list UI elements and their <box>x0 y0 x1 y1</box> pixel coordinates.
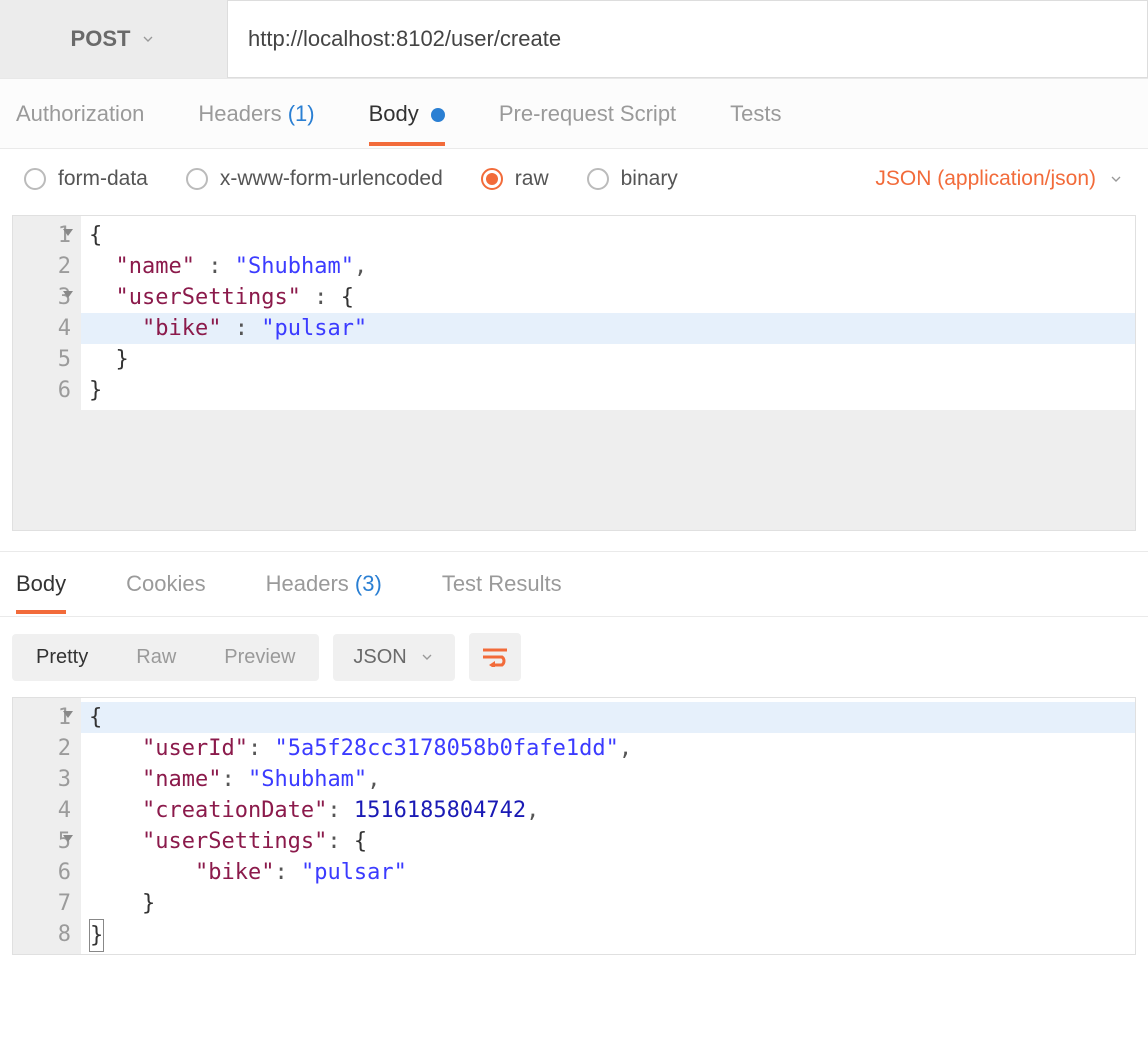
resp-tab-headers-count: (3) <box>355 571 382 596</box>
resp-tab-body[interactable]: Body <box>16 555 66 613</box>
radio-urlencoded[interactable]: x-www-form-urlencoded <box>186 167 443 191</box>
fold-icon[interactable] <box>63 835 73 842</box>
radio-icon <box>24 168 46 190</box>
content-type-label: JSON (application/json) <box>875 167 1096 191</box>
http-method-label: POST <box>71 26 131 52</box>
tab-authorization[interactable]: Authorization <box>16 83 144 145</box>
radio-label: binary <box>621 167 678 191</box>
radio-label: x-www-form-urlencoded <box>220 167 443 191</box>
radio-label: raw <box>515 167 549 191</box>
radio-icon <box>587 168 609 190</box>
view-preview[interactable]: Preview <box>200 634 319 681</box>
chevron-down-icon <box>140 31 156 47</box>
editor-code[interactable]: { "userId": "5a5f28cc3178058b0fafe1dd", … <box>81 698 1135 954</box>
wrap-lines-button[interactable] <box>469 633 521 681</box>
response-format-select[interactable]: JSON <box>333 634 454 681</box>
response-format-label: JSON <box>353 646 406 669</box>
editor-gutter: 1 2 3 4 5 6 7 8 <box>13 698 81 954</box>
response-body-editor[interactable]: 1 2 3 4 5 6 7 8 { "userId": "5a5f28cc317… <box>12 697 1136 955</box>
editor-code[interactable]: { "name" : "Shubham", "userSettings" : {… <box>81 216 1135 410</box>
tab-body-label: Body <box>369 101 419 126</box>
request-body-editor[interactable]: 1 2 3 4 5 6 { "name" : "Shubham", "userS… <box>12 215 1136 531</box>
view-raw[interactable]: Raw <box>112 634 200 681</box>
tab-tests[interactable]: Tests <box>730 83 781 145</box>
resp-tab-headers-label: Headers <box>266 571 349 596</box>
resp-tab-cookies[interactable]: Cookies <box>126 555 205 613</box>
tab-headers[interactable]: Headers (1) <box>198 83 314 145</box>
editor-empty-area[interactable] <box>13 410 1135 530</box>
resp-tab-headers[interactable]: Headers (3) <box>266 555 382 613</box>
chevron-down-icon <box>419 649 435 665</box>
radio-icon <box>481 168 503 190</box>
chevron-down-icon <box>1108 171 1124 187</box>
content-type-select[interactable]: JSON (application/json) <box>875 167 1124 191</box>
request-url-input[interactable] <box>228 0 1148 78</box>
wrap-icon <box>482 647 508 667</box>
editor-gutter: 1 2 3 4 5 6 <box>13 216 81 410</box>
fold-icon[interactable] <box>63 229 73 236</box>
radio-label: form-data <box>58 167 148 191</box>
fold-icon[interactable] <box>63 291 73 298</box>
response-tabs: Body Cookies Headers (3) Test Results <box>0 551 1148 617</box>
tab-headers-count: (1) <box>288 101 315 126</box>
radio-form-data[interactable]: form-data <box>24 167 148 191</box>
fold-icon[interactable] <box>63 711 73 718</box>
http-method-select[interactable]: POST <box>0 0 228 78</box>
request-tabs: Authorization Headers (1) Body Pre-reque… <box>0 79 1148 149</box>
response-toolbar: Pretty Raw Preview JSON <box>0 617 1148 697</box>
view-mode-group: Pretty Raw Preview <box>12 634 319 681</box>
radio-icon <box>186 168 208 190</box>
radio-raw[interactable]: raw <box>481 167 549 191</box>
body-type-row: form-data x-www-form-urlencoded raw bina… <box>0 149 1148 209</box>
tab-body[interactable]: Body <box>369 83 445 145</box>
tab-headers-label: Headers <box>198 101 281 126</box>
resp-tab-tests[interactable]: Test Results <box>442 555 562 613</box>
radio-binary[interactable]: binary <box>587 167 678 191</box>
view-pretty[interactable]: Pretty <box>12 634 112 681</box>
tab-prerequest[interactable]: Pre-request Script <box>499 83 676 145</box>
unsaved-dot-icon <box>431 108 445 122</box>
